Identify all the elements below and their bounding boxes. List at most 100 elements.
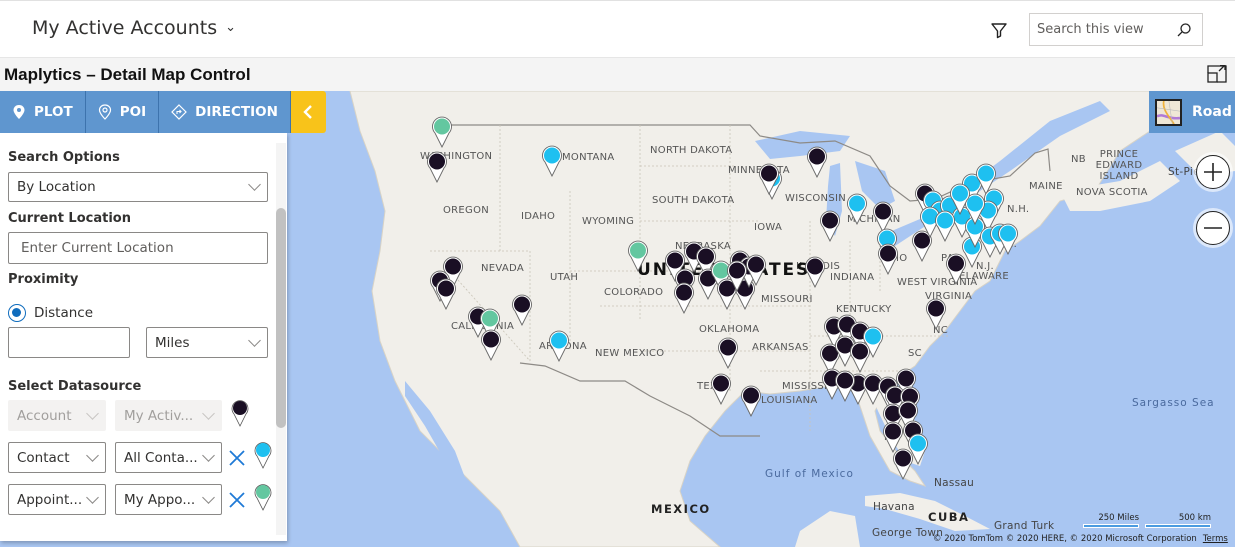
contact-map-pin[interactable] <box>997 223 1019 255</box>
account-map-pin[interactable] <box>710 373 732 405</box>
account-map-pin[interactable] <box>804 256 826 288</box>
map-label-city: Grand Turk <box>994 520 1055 532</box>
map-label-state: NEVADA <box>481 263 525 274</box>
map-label-state: SOUTH DAKOTA <box>652 195 735 206</box>
appointment-map-pin[interactable] <box>431 116 453 148</box>
datasource-view-select[interactable]: My Appo... <box>115 484 222 515</box>
account-map-pin[interactable] <box>892 448 914 480</box>
contact-map-pin[interactable] <box>541 145 563 177</box>
account-pin-icon <box>231 400 249 427</box>
scale-km: 500 km <box>1145 513 1211 528</box>
map-label-state: OKLAHOMA <box>699 324 760 335</box>
account-map-pin[interactable] <box>673 282 695 314</box>
direction-diamond-icon <box>171 104 187 120</box>
datasource-entity-select[interactable]: Appoint... <box>8 484 106 515</box>
contact-map-pin[interactable] <box>949 183 971 215</box>
scale-km-label: 500 km <box>1178 513 1211 523</box>
distance-input[interactable] <box>17 334 129 351</box>
map-label-state: MISSOURI <box>761 294 813 305</box>
contact-pin-icon <box>254 442 272 469</box>
account-map-pin[interactable] <box>849 341 871 373</box>
section-header: Maplytics – Detail Map Control <box>0 58 1235 91</box>
chevron-down-icon <box>202 490 215 504</box>
map-label-state: WISCONSIN <box>785 193 846 204</box>
section-title: Maplytics – Detail Map Control <box>4 65 251 84</box>
map-label-state: ARKANSAS <box>752 342 809 353</box>
map-style-button[interactable]: Road <box>1149 91 1235 133</box>
tab-plot-label: PLOT <box>34 104 73 120</box>
map-label-state: COLORADO <box>604 287 664 298</box>
contact-map-pin[interactable] <box>846 193 868 225</box>
top-bar: My Active Accounts ⌄ <box>0 0 1235 58</box>
account-map-pin[interactable] <box>745 254 767 286</box>
remove-datasource-icon[interactable] <box>228 491 246 509</box>
search-options-select[interactable]: By Location <box>8 172 268 202</box>
map-label-state: MAINE <box>1029 181 1063 192</box>
chevron-down-icon <box>86 448 99 462</box>
search-options-label: Search Options <box>8 150 120 165</box>
distance-unit-select[interactable]: Miles <box>146 327 268 358</box>
chevron-down-icon <box>202 448 215 462</box>
datasource-entity-select[interactable]: Contact <box>8 442 106 473</box>
tab-plot[interactable]: PLOT <box>0 91 86 133</box>
search-panel: Search Options By Location Current Locat… <box>0 133 287 541</box>
account-map-pin[interactable] <box>877 243 899 275</box>
tab-direction-label: DIRECTION <box>195 104 278 120</box>
current-location-field <box>8 232 268 264</box>
chevron-down-icon <box>248 178 261 191</box>
distance-radio[interactable] <box>8 304 26 322</box>
datasource-entity-value: Account <box>17 407 72 424</box>
scale-miles: 250 Miles <box>1083 513 1139 528</box>
account-map-pin[interactable] <box>925 298 947 330</box>
zoom-out-button[interactable] <box>1196 211 1230 245</box>
account-map-pin[interactable] <box>480 329 502 361</box>
search-options-value: By Location <box>17 179 96 195</box>
account-map-pin[interactable] <box>717 337 739 369</box>
account-map-pin[interactable] <box>435 278 457 310</box>
distance-radio-label: Distance <box>34 305 94 321</box>
tab-poi[interactable]: POI <box>85 91 160 133</box>
chevron-down-icon <box>86 490 99 504</box>
map-label-state: PRINCE EDWARD ISLAND <box>1095 149 1143 182</box>
view-title: My Active Accounts <box>32 17 218 39</box>
map-pin-outline-icon <box>98 104 111 120</box>
chevron-left-icon <box>303 105 313 119</box>
copyright-text: © 2020 TomTom © 2020 HERE, © 2020 Micros… <box>933 534 1197 544</box>
scale-miles-bar <box>1083 524 1139 528</box>
map-label-state: NORTH DAKOTA <box>650 145 733 156</box>
panel-scrollbar-thumb[interactable] <box>276 208 286 428</box>
account-map-pin[interactable] <box>834 370 856 402</box>
zoom-in-button[interactable] <box>1196 155 1230 189</box>
chevron-down-icon <box>202 406 215 420</box>
map-style-label: Road <box>1192 104 1232 120</box>
account-map-pin[interactable] <box>819 210 841 242</box>
map-label-state: NB <box>1071 154 1086 165</box>
collapse-panel-button[interactable] <box>290 91 326 133</box>
map-label-state: INDIANA <box>830 272 875 283</box>
datasource-entity-select[interactable]: Account <box>8 400 106 431</box>
account-map-pin[interactable] <box>726 260 748 292</box>
account-map-pin[interactable] <box>740 385 762 417</box>
datasource-view-select[interactable]: All Conta... <box>115 442 222 473</box>
search-view-input[interactable] <box>1037 22 1167 37</box>
current-location-input[interactable] <box>21 240 267 256</box>
contact-map-pin[interactable] <box>548 330 570 362</box>
account-map-pin[interactable] <box>426 151 448 183</box>
datasource-view-value: All Conta... <box>124 449 198 466</box>
filter-icon[interactable] <box>989 20 1009 40</box>
appointment-map-pin[interactable] <box>627 240 649 272</box>
datasource-view-select[interactable]: My Activ... <box>115 400 222 431</box>
map-label-state: UTAH <box>550 272 579 283</box>
current-location-label: Current Location <box>8 211 131 226</box>
tab-direction[interactable]: DIRECTION <box>159 91 291 133</box>
terms-link[interactable]: Terms <box>1203 534 1228 544</box>
chevron-down-icon <box>86 406 99 420</box>
account-map-pin[interactable] <box>806 146 828 178</box>
remove-datasource-icon[interactable] <box>228 449 246 467</box>
view-selector[interactable]: My Active Accounts ⌄ <box>32 17 236 39</box>
map-label-city: Havana <box>873 501 915 513</box>
expand-icon[interactable] <box>1207 65 1227 83</box>
account-map-pin[interactable] <box>511 294 533 326</box>
search-icon[interactable] <box>1176 22 1192 38</box>
account-map-pin[interactable] <box>758 163 780 195</box>
